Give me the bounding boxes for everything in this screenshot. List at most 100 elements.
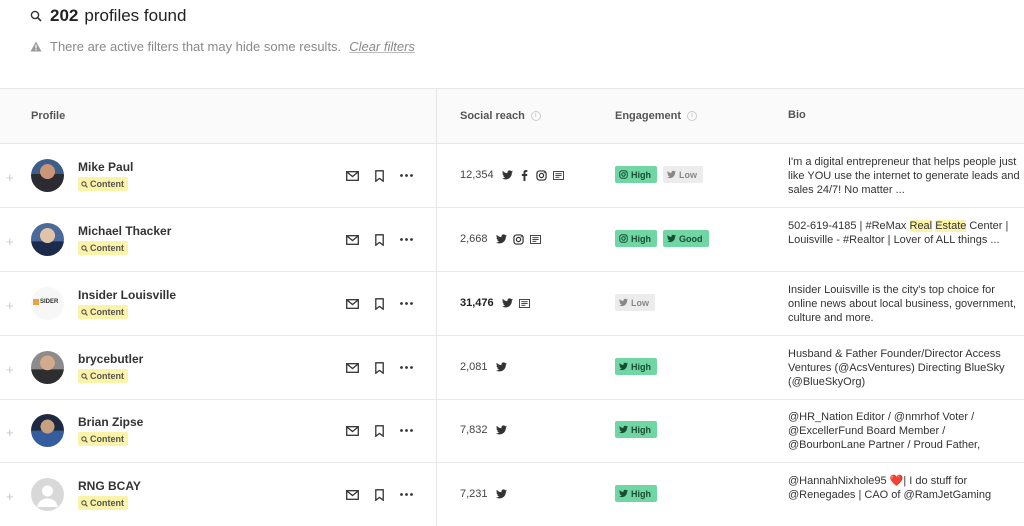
expand-row-icon[interactable]: + xyxy=(6,170,14,185)
table-row[interactable]: + Brian Zipse Content 7,832 High @HR_Nation E… xyxy=(0,399,1024,463)
engagement-badge: Good xyxy=(663,230,709,247)
email-icon[interactable] xyxy=(346,169,359,182)
search-icon xyxy=(81,499,88,507)
column-header-social-reach[interactable]: Social reach i xyxy=(460,110,541,122)
expand-row-icon[interactable]: + xyxy=(6,425,14,440)
expand-row-icon[interactable]: + xyxy=(6,489,14,504)
table-row[interactable]: + Michael Thacker Content 2,668 High Good 502-… xyxy=(0,208,1024,272)
social-reach: 7,832 xyxy=(460,424,507,436)
engagement-badge: High xyxy=(615,485,657,502)
profile-name[interactable]: RNG BCAY xyxy=(78,479,141,493)
more-options-icon[interactable] xyxy=(400,424,413,437)
bookmark-icon[interactable] xyxy=(373,361,386,374)
avatar[interactable] xyxy=(31,478,64,511)
bookmark-icon[interactable] xyxy=(373,233,386,246)
table-row[interactable]: + SIDER Insider Louisville Content 31,476 Low… xyxy=(0,272,1024,336)
filter-notice-text: There are active filters that may hide s… xyxy=(50,39,342,54)
bio-text: Insider Louisville is the city's top cho… xyxy=(788,284,1017,324)
profiles-found-label: profiles found xyxy=(84,6,187,25)
content-tag-label: Content xyxy=(90,498,124,508)
blog-icon[interactable] xyxy=(518,298,530,309)
logo-icon: SIDER xyxy=(33,299,64,305)
twitter-icon[interactable] xyxy=(501,298,513,309)
email-icon[interactable] xyxy=(346,297,359,310)
twitter-icon[interactable] xyxy=(495,489,507,500)
instagram-icon[interactable] xyxy=(512,233,524,245)
more-options-icon[interactable] xyxy=(400,169,413,182)
default-avatar-icon xyxy=(37,485,58,507)
warning-icon xyxy=(30,41,42,52)
column-header-profile[interactable]: Profile xyxy=(31,110,65,122)
table-row[interactable]: + RNG BCAY Content 7,231 High @HannahNixhole9… xyxy=(0,463,1024,526)
instagram-icon[interactable] xyxy=(535,169,547,181)
twitter-icon xyxy=(619,489,628,498)
bookmark-icon[interactable] xyxy=(373,297,386,310)
table-header: Profile Social reach i Engagement i Bio xyxy=(0,88,1024,144)
twitter-icon[interactable] xyxy=(495,362,507,373)
search-icon xyxy=(81,308,88,316)
blog-icon[interactable] xyxy=(552,170,564,181)
blog-icon[interactable] xyxy=(529,234,541,245)
profile-name[interactable]: Mike Paul xyxy=(78,160,133,174)
social-reach-value: 7,231 xyxy=(460,488,488,500)
bookmark-icon[interactable] xyxy=(373,169,386,182)
profile-name[interactable]: Brian Zipse xyxy=(78,415,143,429)
twitter-icon xyxy=(619,298,628,307)
social-reach: 2,668 xyxy=(460,233,541,245)
bio-text: Husband & Father Founder/Director Access… xyxy=(788,348,1005,388)
bio-text: I'm a digital entrepreneur that helps pe… xyxy=(788,156,1020,196)
twitter-icon xyxy=(667,170,676,179)
engagement-level: Low xyxy=(631,297,649,308)
expand-row-icon[interactable]: + xyxy=(6,298,14,313)
avatar[interactable] xyxy=(31,351,64,384)
engagement-level: High xyxy=(631,233,651,244)
email-icon[interactable] xyxy=(346,233,359,246)
filter-notice: There are active filters that may hide s… xyxy=(30,39,415,54)
row-actions xyxy=(346,169,413,182)
email-icon[interactable] xyxy=(346,488,359,501)
instagram-icon xyxy=(619,170,628,179)
profile-name[interactable]: Insider Louisville xyxy=(78,288,176,302)
twitter-icon[interactable] xyxy=(495,425,507,436)
avatar[interactable] xyxy=(31,414,64,447)
bookmark-icon[interactable] xyxy=(373,424,386,437)
expand-row-icon[interactable]: + xyxy=(6,234,14,249)
bookmark-icon[interactable] xyxy=(373,488,386,501)
avatar[interactable] xyxy=(31,159,64,192)
row-actions xyxy=(346,297,413,310)
clear-filters-link[interactable]: Clear filters xyxy=(349,39,415,54)
email-icon[interactable] xyxy=(346,424,359,437)
twitter-icon[interactable] xyxy=(501,170,513,181)
avatar[interactable] xyxy=(31,223,64,256)
social-reach: 7,231 xyxy=(460,488,507,500)
profiles-count: 202 xyxy=(50,6,79,25)
column-header-engagement[interactable]: Engagement i xyxy=(615,110,698,122)
profile-name[interactable]: Michael Thacker xyxy=(78,224,171,238)
more-options-icon[interactable] xyxy=(400,488,413,501)
expand-row-icon[interactable]: + xyxy=(6,362,14,377)
engagement: Low xyxy=(615,294,655,311)
info-icon[interactable]: i xyxy=(687,111,698,121)
table-row[interactable]: + Mike Paul Content 12,354 High Low I'm a digi… xyxy=(0,144,1024,208)
email-icon[interactable] xyxy=(346,361,359,374)
profile-name[interactable]: brycebutler xyxy=(78,352,143,366)
social-reach-value: 7,832 xyxy=(460,424,488,436)
twitter-icon xyxy=(667,234,676,243)
more-options-icon[interactable] xyxy=(400,297,413,310)
social-reach-value: 12,354 xyxy=(460,169,494,181)
search-icon xyxy=(81,180,88,188)
social-reach-value: 31,476 xyxy=(460,297,494,309)
avatar[interactable]: SIDER xyxy=(31,287,64,320)
more-options-icon[interactable] xyxy=(400,361,413,374)
more-options-icon[interactable] xyxy=(400,233,413,246)
row-actions xyxy=(346,233,413,246)
twitter-icon[interactable] xyxy=(495,234,507,245)
table-row[interactable]: + brycebutler Content 2,081 High Husband & Fa… xyxy=(0,336,1024,400)
info-icon[interactable]: i xyxy=(530,111,541,121)
social-reach: 31,476 xyxy=(460,297,530,309)
engagement: High Good xyxy=(615,230,709,247)
results-summary: 202 profiles found There are active filte… xyxy=(0,0,1024,88)
row-actions xyxy=(346,361,413,374)
facebook-icon[interactable] xyxy=(519,169,530,181)
search-icon xyxy=(30,10,42,22)
